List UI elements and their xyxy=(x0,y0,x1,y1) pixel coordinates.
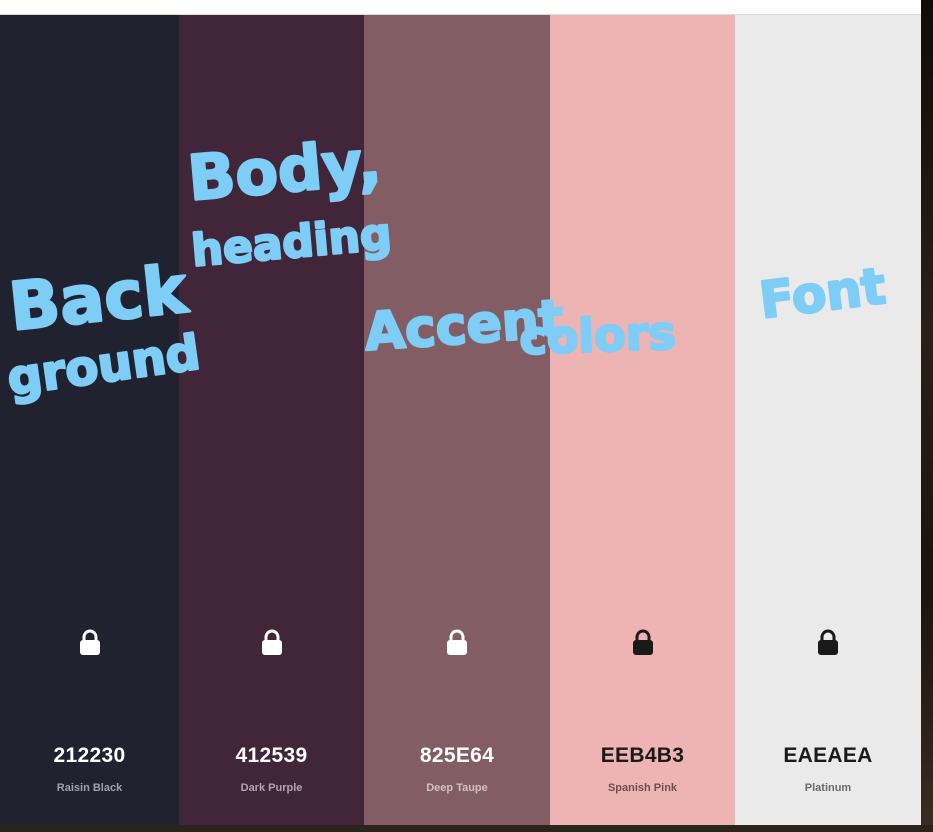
swatch-hex-code[interactable]: EEB4B3 xyxy=(550,744,735,768)
swatch-hex-code[interactable]: 412539 xyxy=(179,744,364,768)
lock-icon[interactable] xyxy=(446,629,468,655)
color-swatch-spanish-pink[interactable]: EEB4B3 Spanish Pink xyxy=(550,15,735,825)
swatch-hex-code[interactable]: EAEAEA xyxy=(735,744,921,768)
swatch-color-name[interactable]: Platinum xyxy=(735,782,921,794)
swatch-color-name[interactable]: Spanish Pink xyxy=(550,782,735,794)
color-swatch-raisin-black[interactable]: 212230 Raisin Black xyxy=(0,15,179,825)
swatch-hex-code[interactable]: 212230 xyxy=(0,744,179,768)
color-swatch-deep-taupe[interactable]: 825E64 Deep Taupe xyxy=(364,15,550,825)
lock-icon[interactable] xyxy=(817,629,839,655)
swatch-color-name[interactable]: Deep Taupe xyxy=(364,782,550,794)
color-swatch-platinum[interactable]: EAEAEA Platinum xyxy=(735,15,921,825)
browser-top-bar xyxy=(0,0,921,15)
color-palette: 212230 Raisin Black 412539 Dark Purple 8… xyxy=(0,15,921,825)
lock-icon[interactable] xyxy=(632,629,654,655)
swatch-hex-code[interactable]: 825E64 xyxy=(364,744,550,768)
swatch-color-name[interactable]: Dark Purple xyxy=(179,782,364,794)
lock-icon[interactable] xyxy=(79,629,101,655)
background-taskbar-edge xyxy=(0,825,933,832)
color-swatch-dark-purple[interactable]: 412539 Dark Purple xyxy=(179,15,364,825)
swatch-color-name[interactable]: Raisin Black xyxy=(0,782,179,794)
background-desktop-edge xyxy=(921,0,933,832)
coolors-palette-window: 212230 Raisin Black 412539 Dark Purple 8… xyxy=(0,0,933,832)
lock-icon[interactable] xyxy=(261,629,283,655)
